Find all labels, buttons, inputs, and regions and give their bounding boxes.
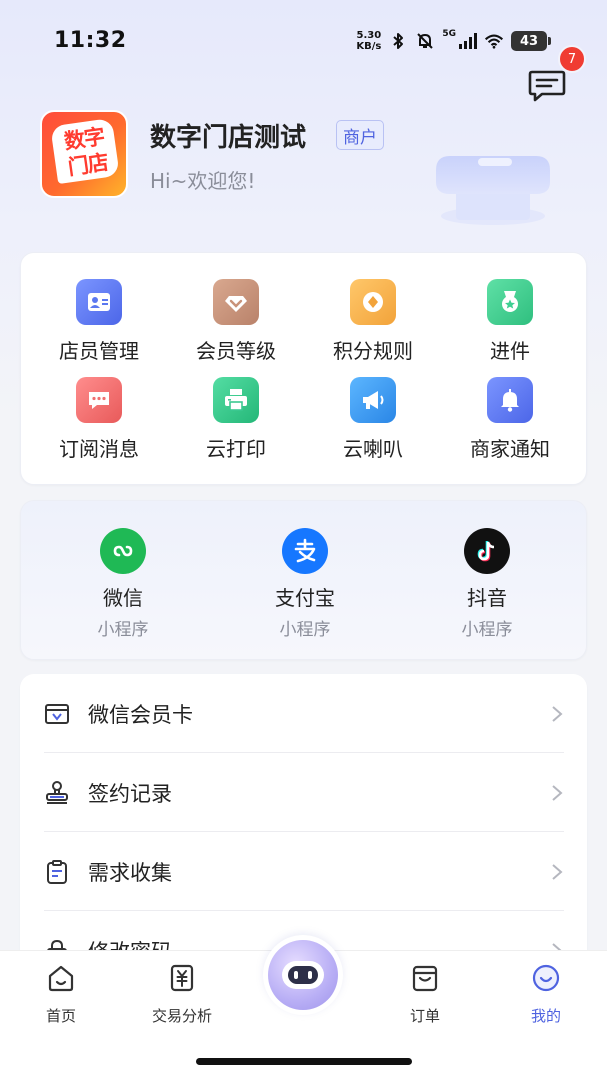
chevron-right-icon bbox=[552, 784, 563, 801]
list-item-requirement-collection[interactable]: 需求收集 bbox=[44, 833, 564, 911]
nav-label: 订单 bbox=[409, 1007, 440, 1025]
menu-item-subscribe-message[interactable]: 订阅消息 bbox=[29, 377, 169, 462]
mini-program-douyin[interactable]: 抖音 小程序 bbox=[407, 528, 567, 640]
coin-icon bbox=[350, 279, 396, 325]
order-bag-icon bbox=[412, 965, 438, 992]
mini-program-name: 抖音 bbox=[467, 586, 507, 610]
nav-tab-home[interactable]: 首页 bbox=[16, 963, 106, 1026]
menu-item-cloud-speaker[interactable]: 云喇叭 bbox=[303, 377, 443, 462]
yuan-receipt-icon bbox=[170, 964, 194, 992]
message-icon bbox=[76, 377, 122, 423]
nav-tab-trade-analysis[interactable]: 交易分析 bbox=[137, 963, 227, 1026]
store-logo[interactable]: 数字门店 bbox=[40, 110, 128, 198]
chevron-right-icon bbox=[552, 863, 563, 880]
member-card-icon bbox=[45, 703, 69, 724]
shop-decoration-icon bbox=[436, 156, 550, 225]
battery-indicator: 43 bbox=[511, 31, 551, 51]
menu-item-label: 云打印 bbox=[206, 437, 266, 461]
status-indicators: 5.30 KB/s 5G 43 bbox=[356, 27, 551, 55]
medal-icon bbox=[487, 279, 533, 325]
network-speed-unit: KB/s bbox=[356, 41, 382, 52]
message-center-icon[interactable] bbox=[526, 64, 568, 106]
quick-menu-card: 店员管理 会员等级 积分规则 进件 订阅消息 云打印 云喇叭 商家通知 bbox=[20, 252, 587, 485]
ai-assistant-button[interactable] bbox=[263, 935, 343, 1015]
stamp-icon bbox=[46, 780, 68, 804]
settings-list-card: 微信会员卡 签约记录 需求收集 修改密码 bbox=[20, 674, 587, 974]
mini-program-wechat[interactable]: 微信 小程序 bbox=[43, 528, 203, 640]
nav-tab-mine[interactable]: 我的 bbox=[501, 963, 591, 1026]
nav-label: 交易分析 bbox=[151, 1007, 212, 1025]
chevron-right-icon bbox=[552, 705, 563, 722]
home-icon bbox=[48, 965, 74, 992]
megaphone-icon bbox=[350, 377, 396, 423]
list-item-label: 微信会员卡 bbox=[88, 702, 193, 727]
mini-program-sub: 小程序 bbox=[279, 620, 331, 640]
mini-program-name: 微信 bbox=[103, 586, 143, 610]
mini-program-sub: 小程序 bbox=[97, 620, 149, 640]
store-name: 数字门店测试 bbox=[150, 123, 307, 153]
signal-icon bbox=[459, 33, 477, 49]
wechat-miniprogram-icon bbox=[100, 528, 146, 574]
menu-item-points-rules[interactable]: 积分规则 bbox=[303, 279, 443, 364]
menu-item-label: 会员等级 bbox=[196, 339, 276, 363]
nav-label: 我的 bbox=[530, 1007, 561, 1025]
menu-item-onboarding[interactable]: 进件 bbox=[440, 279, 580, 364]
mini-program-name: 支付宝 bbox=[275, 586, 335, 610]
bluetooth-icon bbox=[393, 33, 404, 49]
mute-bell-icon bbox=[417, 33, 434, 49]
alipay-icon bbox=[282, 528, 328, 574]
status-bar: 11:32 5.30 KB/s 5G 43 bbox=[0, 0, 607, 80]
network-speed-value: 5.30 bbox=[356, 30, 382, 41]
menu-item-label: 积分规则 bbox=[333, 339, 413, 363]
list-item-wechat-member-card[interactable]: 微信会员卡 bbox=[44, 675, 564, 753]
list-item-label: 需求收集 bbox=[88, 860, 172, 885]
nav-label: 首页 bbox=[45, 1007, 76, 1025]
menu-item-label: 店员管理 bbox=[59, 339, 139, 363]
staff-card-icon bbox=[76, 279, 122, 325]
role-tag: 商户 bbox=[336, 120, 384, 150]
menu-item-staff[interactable]: 店员管理 bbox=[29, 279, 169, 364]
network-type: 5G bbox=[442, 29, 456, 39]
network-speed: 5.30 KB/s bbox=[356, 30, 381, 52]
home-indicator[interactable] bbox=[196, 1058, 412, 1065]
message-badge: 7 bbox=[558, 45, 586, 73]
menu-item-member-level[interactable]: 会员等级 bbox=[166, 279, 306, 364]
menu-item-label: 订阅消息 bbox=[59, 437, 139, 461]
douyin-icon bbox=[464, 528, 510, 574]
status-time: 11:32 bbox=[54, 28, 127, 53]
greeting-text: Hi~欢迎您! bbox=[150, 169, 256, 193]
mini-program-sub: 小程序 bbox=[461, 620, 513, 640]
list-item-sign-records[interactable]: 签约记录 bbox=[44, 754, 564, 832]
menu-item-merchant-notice[interactable]: 商家通知 bbox=[440, 377, 580, 462]
clipboard-icon bbox=[47, 859, 67, 884]
menu-item-label: 商家通知 bbox=[470, 437, 550, 461]
diamond-icon bbox=[213, 279, 259, 325]
ai-robot-icon bbox=[268, 940, 338, 1010]
menu-item-label: 进件 bbox=[490, 339, 530, 363]
menu-item-label: 云喇叭 bbox=[343, 437, 403, 461]
menu-item-cloud-print[interactable]: 云打印 bbox=[166, 377, 306, 462]
smile-profile-icon bbox=[532, 964, 560, 992]
list-item-label: 签约记录 bbox=[88, 781, 172, 806]
wifi-icon bbox=[484, 34, 504, 49]
bell-icon bbox=[487, 377, 533, 423]
store-logo-text: 数字门店 bbox=[62, 124, 110, 180]
nav-tab-orders[interactable]: 订单 bbox=[380, 963, 470, 1026]
mini-programs-card: 微信 小程序 支付宝 小程序 抖音 小程序 bbox=[20, 500, 587, 660]
mini-program-alipay[interactable]: 支付宝 小程序 bbox=[225, 528, 385, 640]
printer-icon bbox=[213, 377, 259, 423]
